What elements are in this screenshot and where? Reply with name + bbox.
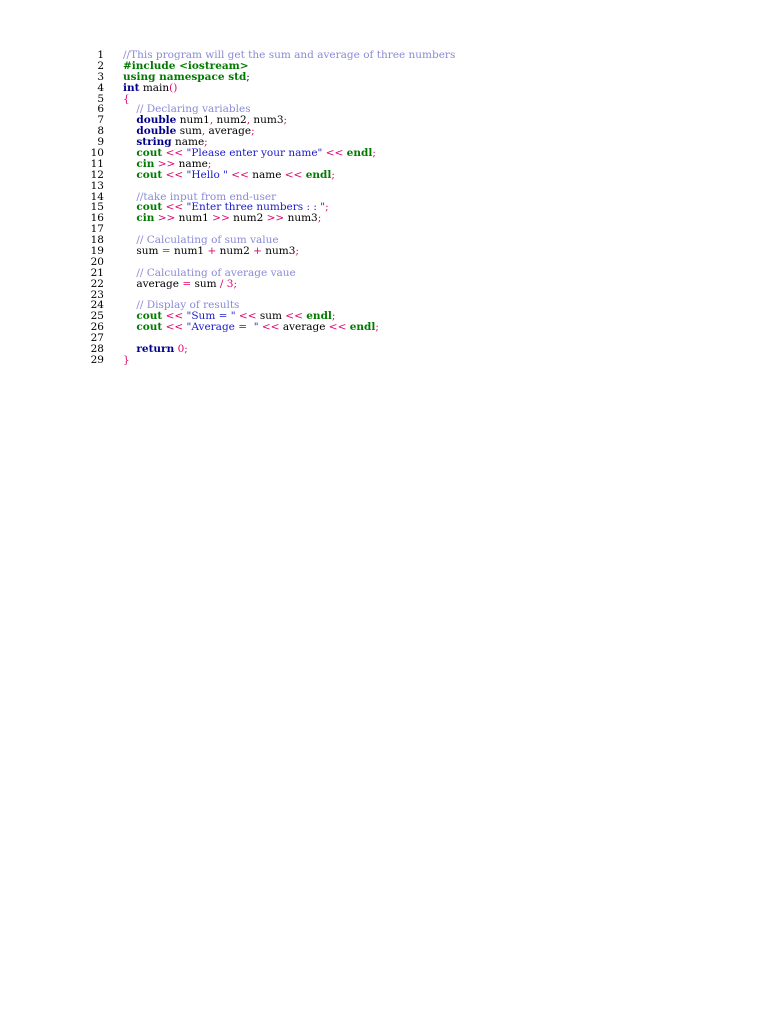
code-token: return: [136, 343, 175, 356]
code-token: <<: [281, 168, 306, 181]
code-token: ;: [246, 70, 250, 83]
code-text: }: [104, 353, 130, 366]
code-token: <<: [162, 321, 187, 334]
code-text: cin >> num1 >> num2 >> num3;: [104, 213, 321, 224]
code-token: ;: [283, 114, 288, 127]
code-token: ;: [233, 277, 238, 290]
code-token: >>: [208, 212, 234, 225]
code-text: cout << "Hello " << name << endl;: [104, 168, 335, 181]
code-text: average = sum / 3;: [104, 277, 238, 290]
code-token: =: [178, 277, 195, 290]
code-token: +: [249, 245, 266, 258]
code-token: ;: [375, 321, 379, 334]
code-token: "Average = ": [186, 321, 259, 334]
line-number: 22: [90, 277, 104, 290]
code-token: cin: [136, 212, 155, 225]
code-token: num3: [250, 114, 284, 127]
code-line: 4 int main(): [86, 81, 455, 94]
code-listing: 1//This program will get the sum and ave…: [86, 50, 456, 366]
line-number: 13: [90, 179, 104, 192]
code-token: num1: [173, 245, 205, 258]
code-token: <<: [325, 321, 350, 334]
code-token: num2: [219, 245, 250, 258]
code-token: "Hello ": [186, 168, 228, 181]
code-line: 22 average = sum / 3;: [86, 277, 455, 290]
code-token: endl: [305, 168, 332, 181]
code-text: int main(): [104, 81, 178, 94]
code-token: cout: [136, 168, 163, 181]
code-token: ;: [251, 125, 255, 138]
code-token: >>: [154, 212, 179, 225]
code-token: }: [123, 353, 130, 366]
code-text: cout << "Average = " << average << endl;: [104, 322, 379, 333]
code-token: num2: [233, 212, 264, 225]
code-token: <<: [322, 147, 347, 160]
code-token: num3: [287, 212, 318, 225]
code-token: <<: [162, 168, 187, 181]
code-line: 16 cin >> num1 >> num2 >> num3;: [86, 213, 455, 224]
code-token: cout: [136, 321, 163, 334]
code-token: <<: [258, 321, 283, 334]
code-token: ;: [184, 343, 188, 356]
code-token: ;: [331, 168, 335, 181]
code-token: ;: [325, 201, 329, 214]
code-token: ;: [317, 212, 322, 225]
code-line: 19 sum = num1 + num2 + num3;: [86, 246, 455, 257]
line-number: 4: [97, 81, 104, 94]
code-line: 12 cout << "Hello " << name << endl;: [86, 168, 455, 181]
code-token: std: [228, 70, 247, 83]
code-text: sum = num1 + num2 + num3;: [104, 246, 299, 257]
code-token: sum: [194, 277, 217, 290]
code-token: num1: [178, 212, 209, 225]
code-line: 28 return 0;: [86, 344, 455, 355]
code-token: ;: [295, 245, 299, 258]
code-line: 26 cout << "Average = " << average << en…: [86, 322, 455, 333]
code-token: endl: [346, 147, 373, 160]
code-token: average: [205, 125, 252, 138]
code-token: (): [169, 81, 178, 94]
code-token: sum: [123, 245, 159, 258]
code-token: =: [158, 245, 174, 258]
code-token: /: [216, 277, 227, 290]
code-line: 29}: [86, 353, 455, 366]
line-number: 29: [90, 353, 104, 366]
document-page: 1//This program will get the sum and ave…: [0, 0, 768, 1024]
code-token: endl: [349, 321, 376, 334]
code-token: >>: [263, 212, 288, 225]
code-token: num3: [265, 245, 296, 258]
code-token: main: [139, 81, 170, 94]
code-token: <<: [227, 168, 253, 181]
code-token: +: [204, 245, 220, 258]
code-text: return 0;: [104, 343, 188, 356]
code-token: name: [252, 168, 282, 181]
code-token: ;: [372, 147, 376, 160]
code-token: average: [123, 277, 179, 290]
code-token: average: [282, 321, 326, 334]
